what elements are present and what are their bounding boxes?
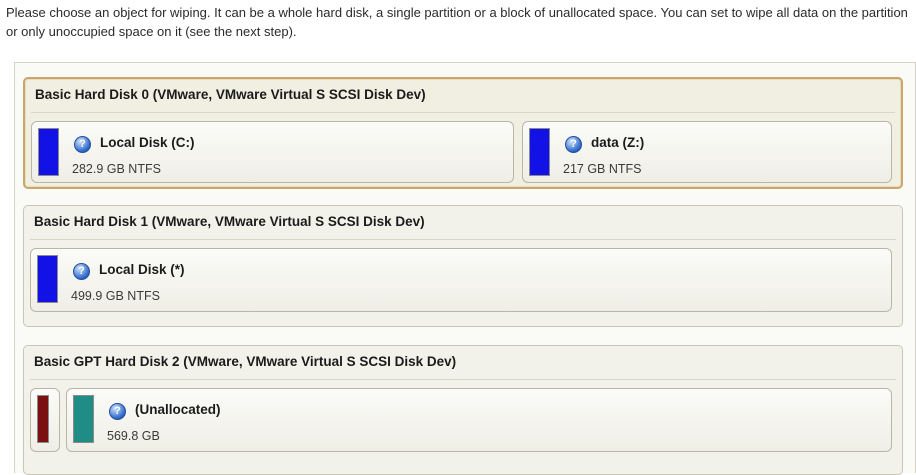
disk-2[interactable]: Basic GPT Hard Disk 2 (VMware, VMware Vi…	[23, 345, 903, 475]
partition-color-bar	[37, 395, 49, 443]
partition-reserved[interactable]	[30, 388, 60, 452]
partition-name: data (Z:)	[591, 135, 645, 150]
disk-title: Basic GPT Hard Disk 2 (VMware, VMware Vi…	[34, 354, 457, 369]
partition-color-bar	[73, 395, 94, 443]
divider	[30, 239, 896, 240]
partition-c[interactable]: ? Local Disk (C:) 282.9 GB NTFS	[31, 121, 514, 183]
help-icon: ?	[109, 403, 126, 420]
disk-0[interactable]: Basic Hard Disk 0 (VMware, VMware Virtua…	[23, 77, 903, 189]
partition-name: Local Disk (*)	[99, 262, 185, 277]
help-icon: ?	[74, 136, 91, 153]
partition-local-disk[interactable]: ? Local Disk (*) 499.9 GB NTFS	[30, 248, 892, 312]
partition-color-bar	[38, 128, 59, 176]
divider	[30, 379, 896, 380]
disk-1[interactable]: Basic Hard Disk 1 (VMware, VMware Virtua…	[23, 205, 903, 327]
divider	[31, 112, 895, 113]
help-icon: ?	[73, 263, 90, 280]
partition-color-bar	[529, 128, 550, 176]
partition-name: (Unallocated)	[135, 402, 221, 417]
partition-color-bar	[37, 255, 58, 303]
partition-info: 569.8 GB	[107, 429, 160, 443]
instructions-text: Please choose an object for wiping. It c…	[6, 5, 908, 39]
partition-unallocated[interactable]: ? (Unallocated) 569.8 GB	[66, 388, 892, 452]
partition-info: 499.9 GB NTFS	[71, 289, 160, 303]
help-icon: ?	[565, 136, 582, 153]
disk-list[interactable]: Basic Hard Disk 0 (VMware, VMware Virtua…	[14, 62, 916, 475]
partition-z[interactable]: ? data (Z:) 217 GB NTFS	[522, 121, 892, 183]
disk-title: Basic Hard Disk 0 (VMware, VMware Virtua…	[35, 87, 426, 102]
partition-info: 282.9 GB NTFS	[72, 162, 161, 176]
disk-title: Basic Hard Disk 1 (VMware, VMware Virtua…	[34, 214, 425, 229]
partition-name: Local Disk (C:)	[100, 135, 195, 150]
partition-info: 217 GB NTFS	[563, 162, 642, 176]
